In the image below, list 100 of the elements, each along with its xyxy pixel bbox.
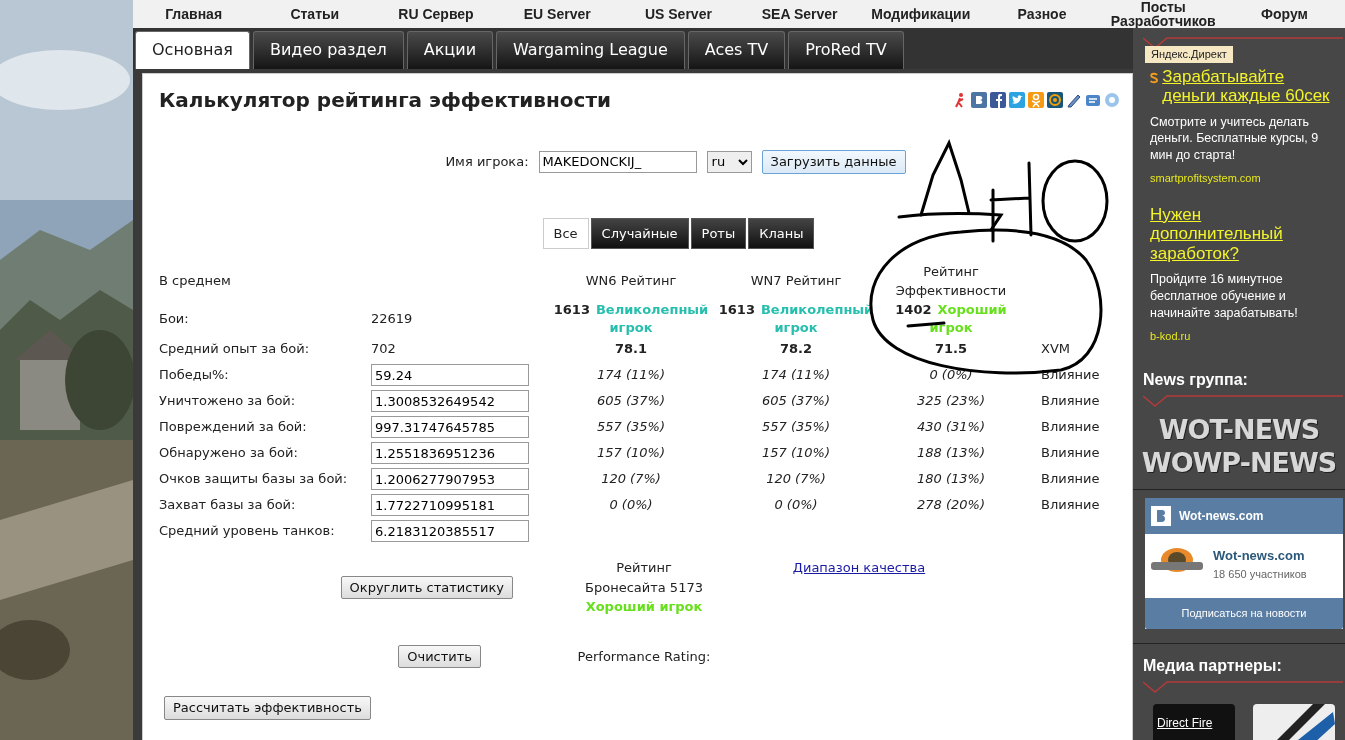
banner-text: WOWP-NEWS — [1141, 446, 1337, 480]
table-cell-text: Влияние — [1041, 392, 1100, 411]
vk-icon[interactable] — [971, 92, 987, 108]
table-cell-text: 0 (0%) — [929, 366, 973, 385]
table-cell-text: Влияние — [1041, 444, 1100, 463]
player-name-field[interactable]: MAKEDONCKIJ_ — [538, 150, 697, 173]
section-heading: News группа: — [1142, 370, 1249, 391]
stat-input[interactable]: 59.24 — [371, 364, 529, 387]
stat-input[interactable]: 1.2551836951236 — [371, 442, 529, 465]
filter-tab[interactable]: Кланы — [748, 217, 815, 249]
ad-title[interactable]: Зарабатывайте деньги каждые 60сек — [1162, 66, 1335, 106]
partner-logo-icon[interactable] — [1253, 703, 1335, 740]
row-value: 22619 — [371, 309, 413, 328]
region-select[interactable]: ru — [706, 150, 752, 173]
page-title: Калькулятор рейтинга эффективности — [159, 88, 612, 112]
table-cell-text: 157 (10%) — [597, 444, 665, 463]
tab[interactable]: Aces TV — [687, 31, 786, 69]
filter-tab[interactable]: Все — [542, 217, 589, 249]
nav-link[interactable]: Статьи — [254, 7, 376, 21]
clear-button[interactable]: Очистить — [398, 644, 481, 669]
row-label: Бои: — [159, 309, 189, 328]
row-label: Очков защиты базы за бой: — [159, 470, 348, 489]
partner-logo[interactable]: Direct Fire — [1153, 703, 1235, 740]
score-value: 71.5 — [934, 340, 968, 359]
nav-link[interactable]: Модификации — [860, 7, 982, 21]
column-header: Рейтинг Эффективности — [894, 262, 1008, 300]
email-icon[interactable] — [1047, 92, 1063, 108]
column-header: WN7 Рейтинг — [750, 272, 842, 291]
nav-link[interactable]: Разное — [981, 7, 1103, 21]
ad-label: Яндекс.Директ — [1145, 46, 1233, 63]
nav-link[interactable]: SEA Server — [739, 7, 861, 21]
table-cell-text: 120 (7%) — [766, 470, 826, 489]
ad-text: Смотрите и учитесь делать деньги. Бесплатные курсы, 9 мин до старта! — [1150, 113, 1320, 165]
rating-value: 1402 — [895, 302, 932, 317]
table-cell-text: 0 (0%) — [774, 496, 818, 515]
round-button[interactable]: Округлить статистику — [340, 575, 513, 600]
rating-value: 1613 — [718, 302, 755, 317]
tab[interactable]: Wargaming League — [496, 31, 685, 69]
stat-input[interactable]: 1.7722710995181 — [371, 494, 529, 517]
tab[interactable]: Основная — [135, 31, 250, 69]
table-cell-text: 557 (35%) — [597, 418, 665, 437]
member-count: 18 650 участников — [1213, 566, 1307, 582]
nav-link[interactable]: Посты Разработчиков — [1102, 0, 1224, 28]
column-header: XVM — [1041, 340, 1070, 359]
table-cell-text: 430 (31%) — [917, 418, 985, 437]
facebook-icon[interactable] — [990, 92, 1006, 108]
pencil-icon[interactable] — [1066, 92, 1082, 108]
stat-input[interactable]: 6.2183120385517 — [371, 520, 529, 543]
widget-title: Wot-news.com — [1179, 508, 1264, 526]
nav-link[interactable]: EU Server — [496, 7, 618, 21]
stat-input[interactable]: 1.2006277907953 — [371, 468, 529, 491]
row-label: Захват базы за бой: — [159, 496, 296, 515]
table-cell-text: 278 (20%) — [917, 496, 985, 515]
table-cell-text: 605 (37%) — [597, 392, 665, 411]
row-label: Победы%: — [159, 366, 229, 385]
table-cell-text: 157 (10%) — [762, 444, 830, 463]
tab[interactable]: Акции — [406, 31, 494, 69]
subscribe-button[interactable]: Подписаться на новости — [1145, 598, 1343, 629]
table-cell-text: 180 (13%) — [917, 470, 985, 489]
stat-input[interactable]: 997.31747645785 — [371, 416, 529, 439]
group-name[interactable]: Wot-news.com — [1213, 546, 1307, 566]
bird-icon[interactable] — [1009, 92, 1025, 108]
nav-link[interactable]: RU Сервер — [375, 7, 497, 21]
performance-label: Performance Rating: — [577, 648, 711, 664]
armor-verdict: Хороший игрок — [585, 598, 703, 617]
row-label: Средний опыт за бой: — [159, 340, 310, 359]
section-label: В среднем — [159, 272, 231, 291]
nav-link[interactable]: US Server — [617, 7, 739, 21]
filter-tab[interactable]: Случайные — [590, 217, 689, 249]
rating-value: 1613 — [553, 302, 590, 317]
ad-title[interactable]: Нужен дополнительный заработок? — [1150, 204, 1335, 264]
tab[interactable]: ProRed TV — [788, 31, 904, 69]
filter-tab[interactable]: Роты — [690, 217, 747, 249]
row-label: Уничтожено за бой: — [159, 392, 296, 411]
table-cell-text: Влияние — [1041, 418, 1100, 437]
table-cell-text: Влияние — [1041, 496, 1100, 515]
ad-url[interactable]: b-kod.ru — [1150, 328, 1335, 345]
table-cell-text: 325 (23%) — [917, 392, 985, 411]
nav-link[interactable]: Главная — [133, 7, 255, 21]
ad-url[interactable]: smartprofitsystem.com — [1150, 170, 1335, 187]
nav-link[interactable]: Форум — [1223, 7, 1345, 21]
row-label: Средний уровень танков: — [159, 522, 335, 541]
vk-icon — [1151, 506, 1171, 527]
column-header: WN6 Рейтинг — [585, 272, 677, 291]
chat-icon[interactable] — [1085, 92, 1101, 108]
banner-text: WOT-NEWS — [1158, 414, 1320, 447]
quality-link[interactable]: Диапазон качества — [792, 560, 926, 576]
stat-input[interactable]: 1.3008532649542 — [371, 390, 529, 413]
rating-verdict: Великолепный игрок — [595, 302, 709, 335]
tab[interactable]: Видео раздел — [252, 31, 404, 69]
section-heading: Медиа партнеры: — [1133, 642, 1345, 680]
table-cell-text: 605 (37%) — [762, 392, 830, 411]
banner[interactable]: WOT-NEWS WOWP-NEWS — [1133, 408, 1345, 491]
score-value: 78.1 — [614, 340, 648, 359]
ad-text: Пройдите 16 минутное бесплатное обучение и начинайте зарабатывать! — [1150, 271, 1299, 322]
table-cell-text: 557 (35%) — [762, 418, 830, 437]
load-button[interactable]: Загрузить данные — [761, 150, 906, 174]
score-value: 78.2 — [779, 340, 813, 359]
calculate-button[interactable]: Рассчитать эффективность — [164, 696, 371, 720]
row-label: Обнаружено за бой: — [159, 444, 298, 463]
